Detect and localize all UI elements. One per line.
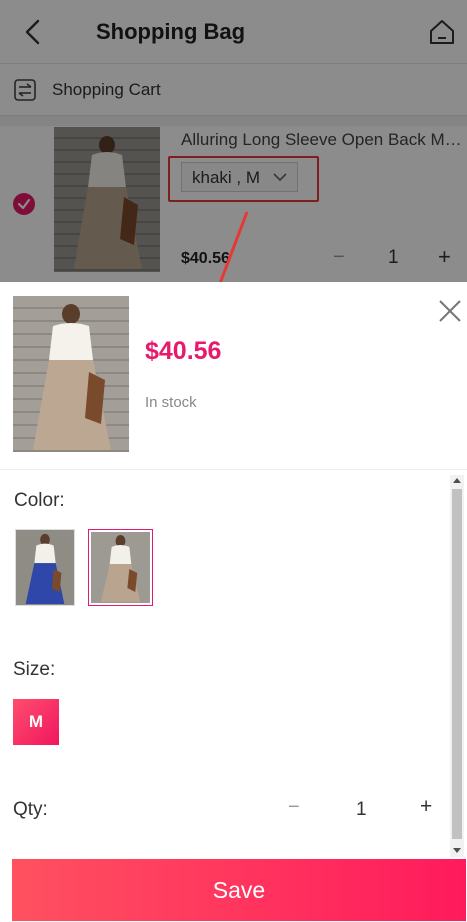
stock-status: In stock — [145, 394, 197, 411]
color-swatch-blue-image — [16, 530, 74, 605]
color-label: Color: — [14, 490, 65, 511]
scrollbar[interactable] — [450, 475, 464, 857]
product-image — [13, 296, 129, 452]
divider — [0, 469, 467, 470]
variant-bottom-sheet: $40.56 In stock Color: Size: M Qty: − 1 … — [0, 282, 467, 922]
scroll-up-arrow-icon[interactable] — [450, 475, 464, 487]
color-swatch-blue[interactable] — [15, 529, 75, 606]
background-page: Shopping Bag Shopping Cart Alluring Long… — [0, 0, 467, 282]
sheet-price: $40.56 — [145, 337, 222, 365]
color-swatch-khaki-image — [91, 532, 150, 603]
scroll-down-arrow-icon[interactable] — [450, 844, 464, 856]
size-label: Size: — [13, 659, 56, 680]
qty-label: Qty: — [13, 799, 48, 820]
qty-value: 1 — [356, 799, 367, 820]
color-swatch-khaki[interactable] — [88, 529, 153, 606]
modal-backdrop[interactable] — [0, 0, 467, 282]
qty-decrease-button[interactable]: − — [288, 796, 300, 819]
size-option-m[interactable]: M — [13, 699, 59, 745]
scroll-thumb[interactable] — [452, 489, 462, 839]
qty-increase-button[interactable]: + — [420, 795, 432, 819]
save-button[interactable]: Save — [12, 859, 466, 921]
close-icon[interactable] — [438, 299, 462, 323]
